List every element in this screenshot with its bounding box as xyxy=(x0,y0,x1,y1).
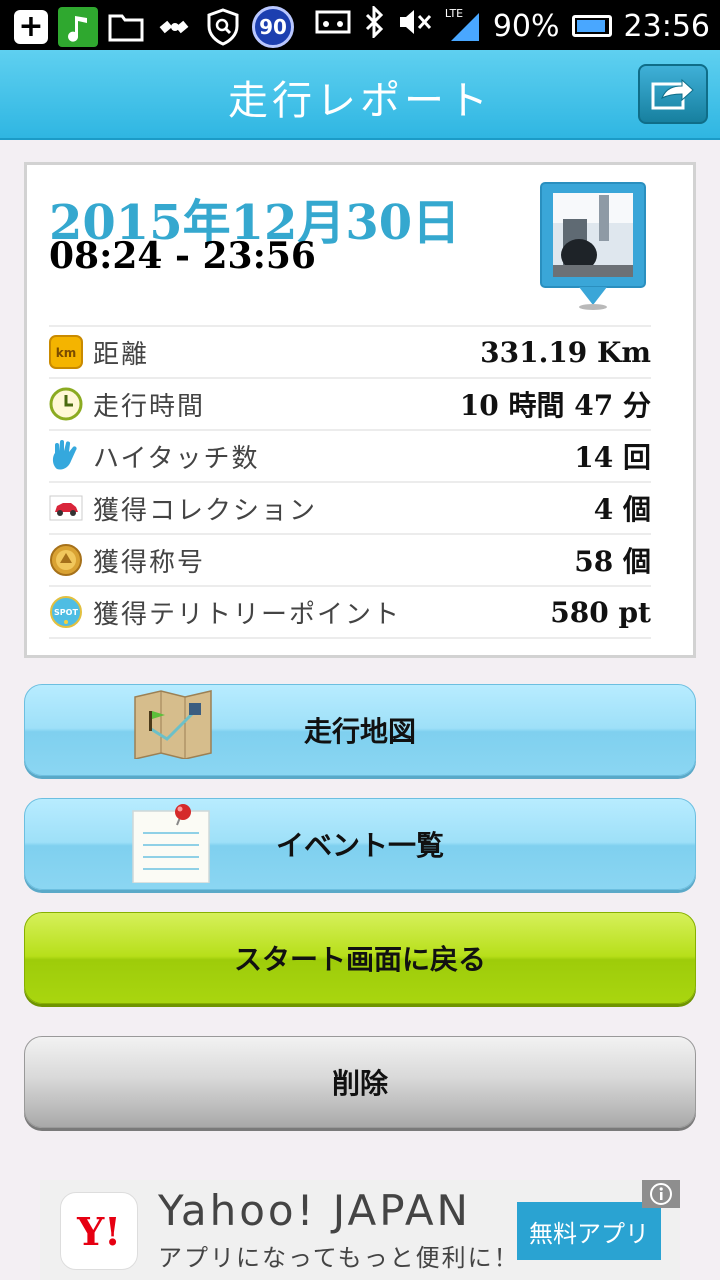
row-value: 14 回 xyxy=(574,441,651,474)
share-arrow-icon xyxy=(651,78,694,110)
row-value: 58 個 xyxy=(574,545,651,578)
row-label: 獲得称号 xyxy=(93,547,206,578)
add-icon: + xyxy=(14,10,48,44)
mute-icon xyxy=(397,7,433,45)
memo-pin-icon xyxy=(132,804,210,883)
clock-icon xyxy=(49,387,83,421)
list-item: km 距離 331.19 Km xyxy=(49,325,651,377)
spot-icon: SPOT xyxy=(49,595,83,629)
row-value: 331.19 Km xyxy=(480,335,651,369)
stats-list: km 距離 331.19 Km 走行時間 10 時間 47 分 ハイタッチ数 1… xyxy=(49,325,651,639)
ad-install-button[interactable]: 無料アプリ xyxy=(517,1202,661,1260)
delete-button[interactable]: 削除 xyxy=(24,1036,696,1128)
row-label: 獲得テリトリーポイント xyxy=(93,599,402,630)
km-icon: km xyxy=(49,335,83,369)
photo-thumbnail[interactable] xyxy=(539,181,647,311)
voicemail-icon xyxy=(315,8,351,44)
route-map-button[interactable]: 走行地図 xyxy=(24,684,696,776)
speed-badge-icon: 90 xyxy=(252,6,294,48)
event-list-label: イベント一覧 xyxy=(275,829,444,862)
row-label: 走行時間 xyxy=(93,391,206,422)
ad-banner[interactable]: Y! Yahoo! JAPAN アプリになってもっと便利に！ 無料アプリ xyxy=(40,1180,680,1280)
event-list-button[interactable]: イベント一覧 xyxy=(24,798,696,890)
folder-icon xyxy=(108,8,146,46)
svg-text:km: km xyxy=(56,346,76,360)
share-button[interactable] xyxy=(638,64,708,124)
delete-label: 削除 xyxy=(331,1067,388,1100)
satellite-icon xyxy=(156,8,194,46)
bluetooth-icon xyxy=(363,4,385,46)
status-bar: + 90 LTE 90% 23:56 xyxy=(0,0,720,50)
list-item: 走行時間 10 時間 47 分 xyxy=(49,377,651,429)
ad-title: Yahoo! JAPAN xyxy=(158,1186,471,1235)
medal-icon xyxy=(49,543,83,577)
row-value: 580 pt xyxy=(550,595,651,629)
car-icon xyxy=(49,491,83,525)
signal-icon: LTE xyxy=(445,7,481,43)
battery-icon xyxy=(571,15,612,37)
back-to-start-label: スタート画面に戻る xyxy=(233,943,486,976)
battery-percent: 90% xyxy=(492,8,560,44)
row-value: 10 時間 47 分 xyxy=(459,389,651,422)
row-value: 4 個 xyxy=(593,493,651,526)
report-card: 2015年12月30日 08:24 - 23:56 km 距離 331.19 K… xyxy=(24,162,696,658)
high-five-icon xyxy=(49,439,83,473)
app-header: 走行レポート xyxy=(0,50,720,140)
svg-text:SPOT: SPOT xyxy=(54,608,78,617)
back-to-start-button[interactable]: スタート画面に戻る xyxy=(24,912,696,1004)
clock-time: 23:56 xyxy=(623,8,710,44)
yahoo-logo: Y! xyxy=(60,1192,138,1270)
list-item: SPOT 獲得テリトリーポイント 580 pt xyxy=(49,585,651,639)
row-label: 距離 xyxy=(93,339,150,370)
list-item: 獲得コレクション 4 個 xyxy=(49,481,651,533)
row-label: ハイタッチ数 xyxy=(93,443,260,474)
row-label: 獲得コレクション xyxy=(93,495,318,526)
list-item: ハイタッチ数 14 回 xyxy=(49,429,651,481)
ad-subtitle: アプリになってもっと便利に！ xyxy=(158,1244,520,1272)
route-map-label: 走行地図 xyxy=(303,715,416,748)
report-time-range: 08:24 - 23:56 xyxy=(49,235,316,277)
list-item: 獲得称号 58 個 xyxy=(49,533,651,585)
music-note-icon xyxy=(58,7,98,47)
page-title: 走行レポート xyxy=(228,78,492,124)
map-icon xyxy=(134,690,212,759)
shield-search-icon xyxy=(204,8,242,46)
ad-info-icon[interactable] xyxy=(642,1180,680,1208)
